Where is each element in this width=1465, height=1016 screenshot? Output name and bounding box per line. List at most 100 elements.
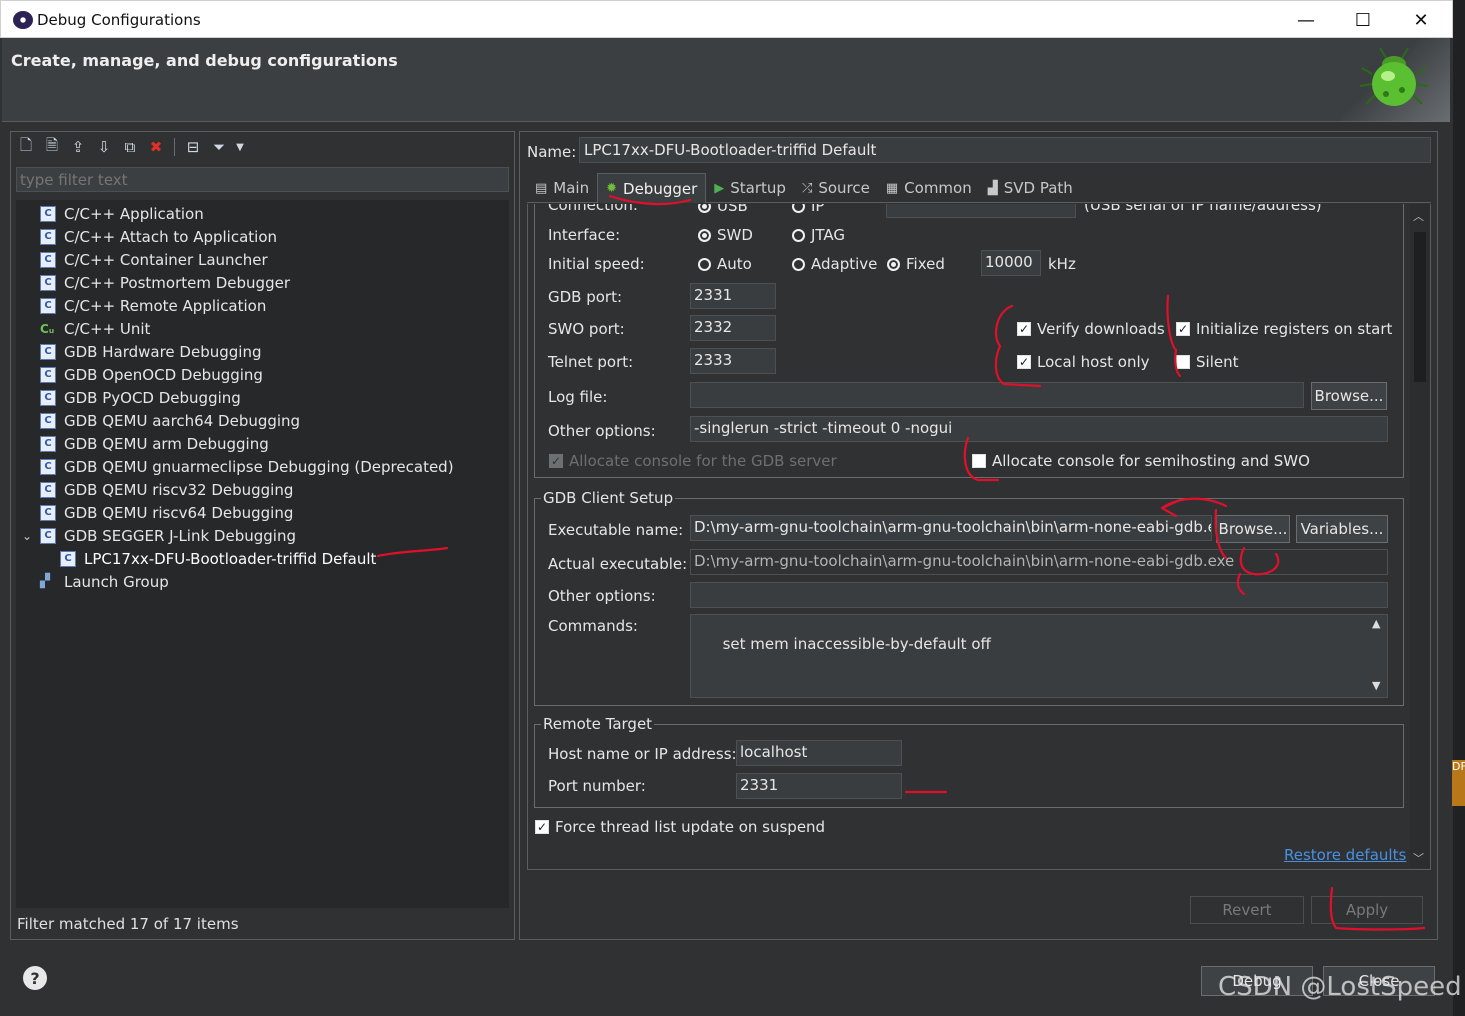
gdb-server-group xyxy=(534,204,1404,478)
client-other-options-label: Other options: xyxy=(548,587,656,605)
c-config-icon: C xyxy=(40,458,56,475)
tab-source[interactable]: ⤮ Source xyxy=(794,173,878,203)
c-config-icon: C xyxy=(40,412,56,429)
tree-item-label: GDB OpenOCD Debugging xyxy=(64,365,263,384)
filter-status: Filter matched 17 of 17 items xyxy=(17,915,239,933)
executable-name-input[interactable]: D:\my-arm-gnu-toolchain\arm-gnu-toolchai… xyxy=(690,515,1212,541)
tab-svd-path-icon: ▟ xyxy=(987,180,998,196)
window-title: Debug Configurations xyxy=(37,11,201,29)
commands-textarea[interactable]: set mem inaccessible-by-default off xyxy=(690,614,1388,698)
config-name-input[interactable]: LPC17xx-DFU-Bootloader-triffid Default xyxy=(579,137,1431,163)
tree-item-label: LPC17xx-DFU-Bootloader-triffid Default xyxy=(84,549,377,568)
maximize-button[interactable]: ☐ xyxy=(1334,1,1392,39)
tree-item-label: GDB Hardware Debugging xyxy=(64,342,262,361)
c-config-icon: C xyxy=(40,366,56,383)
delete-icon[interactable]: ✖ xyxy=(145,136,167,158)
minimize-button[interactable]: — xyxy=(1277,1,1335,39)
tab-source-icon: ⤮ xyxy=(801,180,813,196)
client-other-options-input[interactable] xyxy=(690,582,1388,608)
commands-scrollbar[interactable]: ▲ ▼ xyxy=(1368,615,1387,697)
actual-executable-field: D:\my-arm-gnu-toolchain\arm-gnu-toolchai… xyxy=(690,549,1388,575)
config-tabs: ▤ Main ✹ Debugger ▶ Startup ⤮ Source ▦ Common ▟ SVD… xyxy=(527,173,1431,203)
tree-item-label: C/C++ Attach to Application xyxy=(64,227,278,246)
remote-target-group-title: Remote Target xyxy=(541,715,655,733)
tree-item[interactable]: C GDB Hardware Debugging xyxy=(40,340,261,363)
filter-icon[interactable]: ⏷ xyxy=(208,136,230,158)
tree-item[interactable]: C GDB QEMU aarch64 Debugging xyxy=(40,409,300,432)
eclipse-icon xyxy=(13,11,33,29)
tab-label: Source xyxy=(818,179,870,197)
force-thread-update-checkbox[interactable]: ✓ Force thread list update on suspend xyxy=(535,818,825,836)
filter-input[interactable] xyxy=(16,167,509,192)
collapse-all-icon[interactable]: ⊟ xyxy=(182,136,204,158)
tab-debugger[interactable]: ✹ Debugger xyxy=(597,173,707,203)
new-config-icon[interactable]: 🗋 xyxy=(15,136,37,158)
port-input[interactable]: 2331 xyxy=(736,773,902,799)
tab-common[interactable]: ▦ Common xyxy=(878,173,980,203)
new-prototype-icon[interactable]: 🗎 xyxy=(41,136,63,158)
tab-svd-path[interactable]: ▟ SVD Path xyxy=(980,173,1081,203)
apply-button[interactable]: Apply xyxy=(1311,896,1423,924)
tab-label: Common xyxy=(904,179,972,197)
c-config-icon: C xyxy=(40,274,56,291)
duplicate-icon[interactable]: ⧉ xyxy=(119,136,141,158)
tree-child-item[interactable]: C LPC17xx-DFU-Bootloader-triffid Default xyxy=(60,547,376,570)
tree-item[interactable]: C GDB OpenOCD Debugging xyxy=(40,363,263,386)
tree-item[interactable]: ⌄ C GDB SEGGER J-Link Debugging xyxy=(22,524,296,547)
scroll-up-icon[interactable]: ▲ xyxy=(1372,617,1380,630)
help-icon[interactable]: ? xyxy=(23,966,47,990)
commands-text: set mem inaccessible-by-default off xyxy=(722,635,991,653)
port-label: Port number: xyxy=(548,777,646,795)
commands-label: Commands: xyxy=(548,617,638,635)
tree-item[interactable]: C GDB PyOCD Debugging xyxy=(40,386,241,409)
tab-startup-icon: ▶ xyxy=(714,180,725,196)
tab-label: SVD Path xyxy=(1003,179,1073,197)
c-config-icon: C xyxy=(60,550,76,567)
chevron-down-icon[interactable]: ▼ xyxy=(234,136,246,158)
tree-item[interactable]: C C/C++ Postmortem Debugger xyxy=(40,271,290,294)
tree-item[interactable]: C C/C++ Remote Application xyxy=(40,294,266,317)
tree-item[interactable]: ▞ Launch Group xyxy=(40,570,169,593)
scroll-down-icon[interactable]: ﹀ xyxy=(1413,850,1424,866)
name-label: Name: xyxy=(527,143,577,161)
scroll-up-icon[interactable]: ︿ xyxy=(1413,208,1424,224)
window-title-bar: Debug Configurations — ☐ ✕ xyxy=(0,0,1453,38)
scroll-down-icon[interactable]: ▼ xyxy=(1372,679,1380,692)
c-config-icon: C xyxy=(40,228,56,245)
remote-target-group: Remote Target xyxy=(534,715,1404,808)
tree-item[interactable]: C GDB QEMU gnuarmeclipse Debugging (Depre… xyxy=(40,455,454,478)
expand-chevron-icon[interactable]: ⌄ xyxy=(22,529,36,543)
close-window-button[interactable]: ✕ xyxy=(1392,1,1450,39)
tree-item[interactable]: C GDB QEMU riscv64 Debugging xyxy=(40,501,293,524)
dialog-subtitle: Create, manage, and debug configurations xyxy=(11,51,398,70)
host-input[interactable]: localhost xyxy=(736,740,902,766)
tab-label: Startup xyxy=(730,179,786,197)
variables-button[interactable]: Variables... xyxy=(1296,515,1388,543)
tab-label: Main xyxy=(553,179,590,197)
export-icon[interactable]: ⇪ xyxy=(67,136,89,158)
restore-defaults-link[interactable]: Restore defaults xyxy=(1284,846,1406,864)
tab-common-icon: ▦ xyxy=(885,180,899,196)
tree-item-label: C/C++ Application xyxy=(64,204,204,223)
configuration-tree: C C/C++ Application C C/C++ Attach to Appli… xyxy=(16,200,509,908)
c-config-icon: C xyxy=(40,297,56,314)
tab-scrollbar[interactable]: ︿ ﹀ xyxy=(1410,204,1430,868)
tree-item[interactable]: C GDB QEMU riscv32 Debugging xyxy=(40,478,293,501)
bug-icon xyxy=(1359,47,1429,106)
executable-browse-button[interactable]: Browse... xyxy=(1216,515,1290,543)
scrollbar-thumb[interactable] xyxy=(1414,232,1426,382)
c-config-icon: C xyxy=(40,389,56,406)
debugger-tab-content: Connection: USB IP (USB serial or IP nam… xyxy=(527,204,1431,870)
import-icon[interactable]: ⇩ xyxy=(93,136,115,158)
tree-item[interactable]: C GDB QEMU arm Debugging xyxy=(40,432,269,455)
tree-item[interactable]: C C/C++ Container Launcher xyxy=(40,248,268,271)
tree-item-label: C/C++ Container Launcher xyxy=(64,250,268,269)
tree-item[interactable]: C C/C++ Application xyxy=(40,202,204,225)
tree-item-label: GDB QEMU riscv64 Debugging xyxy=(64,503,294,522)
tab-startup[interactable]: ▶ Startup xyxy=(706,173,794,203)
tree-item[interactable]: Cᵤ C/C++ Unit xyxy=(40,317,150,340)
tree-item[interactable]: C C/C++ Attach to Application xyxy=(40,225,277,248)
revert-button[interactable]: Revert xyxy=(1190,896,1304,924)
gdb-client-group-title: GDB Client Setup xyxy=(541,489,676,507)
tab-main[interactable]: ▤ Main xyxy=(527,173,597,203)
